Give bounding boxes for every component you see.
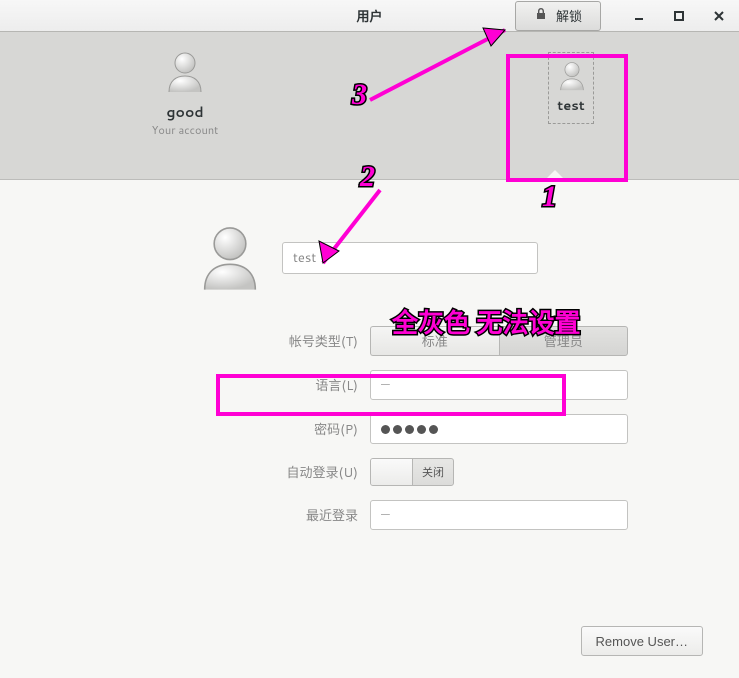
- lastlogin-field: —: [370, 500, 628, 530]
- titlebar: 用户 解锁: [0, 0, 739, 32]
- switch-off-label: 关闭: [413, 459, 453, 485]
- account-type-standard[interactable]: 标准: [370, 326, 499, 356]
- user-name: test: [555, 97, 587, 115]
- avatar-selected: test: [548, 52, 594, 124]
- user-tile-test[interactable]: test: [506, 52, 636, 124]
- close-button[interactable]: [699, 0, 739, 32]
- maximize-button[interactable]: [659, 0, 699, 32]
- user-tile-good[interactable]: good Your account: [120, 48, 250, 138]
- user-subtitle: Your account: [120, 122, 250, 138]
- autologin-label: 自动登录(U): [80, 462, 370, 482]
- unlock-button-label: 解锁: [556, 6, 582, 25]
- account-type-segmented: 标准 管理员: [370, 326, 628, 356]
- user-name-value: test: [293, 249, 316, 267]
- lastlogin-label: 最近登录: [80, 505, 370, 525]
- password-label: 密码(P): [80, 419, 370, 439]
- language-field[interactable]: —: [370, 370, 628, 400]
- window-controls: [619, 0, 739, 32]
- language-value: —: [381, 376, 390, 394]
- minimize-button[interactable]: [619, 0, 659, 32]
- account-type-admin[interactable]: 管理员: [499, 326, 629, 356]
- lock-icon: [534, 7, 548, 24]
- unlock-button[interactable]: 解锁: [515, 1, 601, 31]
- password-dots-icon: [381, 425, 438, 434]
- user-name: good: [120, 102, 250, 122]
- selection-arrow-icon: [545, 170, 565, 180]
- users-list: good Your account test: [0, 32, 739, 180]
- autologin-switch[interactable]: 关闭: [370, 458, 454, 486]
- password-field[interactable]: [370, 414, 628, 444]
- account-type-label: 帐号类型(T): [80, 331, 370, 351]
- remove-user-button[interactable]: Remove User…: [581, 626, 703, 656]
- user-detail-panel: test 帐号类型(T) 标准 管理员 语言(L) — 密码(P) 自动登录(U…: [0, 180, 739, 678]
- avatar: [120, 48, 250, 96]
- language-label: 语言(L): [80, 375, 370, 395]
- remove-user-label: Remove User…: [596, 634, 688, 649]
- switch-thumb: [371, 459, 413, 485]
- user-name-field[interactable]: test: [282, 242, 538, 274]
- detail-avatar[interactable]: [192, 220, 268, 296]
- window-title: 用户: [356, 6, 382, 26]
- lastlogin-value: —: [381, 506, 390, 524]
